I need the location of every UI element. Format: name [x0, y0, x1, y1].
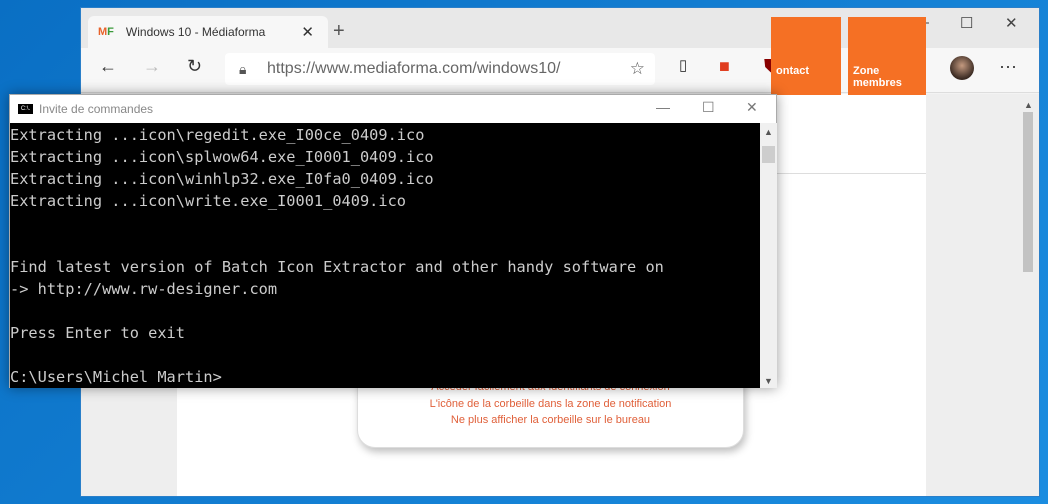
url-path: /windows10/: [472, 60, 561, 77]
console-output[interactable]: Extracting ...icon\regedit.exe_I00ce_040…: [10, 123, 760, 388]
forward-icon[interactable]: →: [143, 56, 161, 77]
console-line: Extracting ...icon\regedit.exe_I00ce_040…: [10, 126, 425, 144]
scroll-up-icon[interactable]: ▲: [764, 127, 773, 137]
lock-icon: 🔒︎: [239, 60, 247, 77]
scroll-thumb[interactable]: [762, 146, 775, 163]
scroll-thumb[interactable]: [1023, 112, 1033, 272]
card-link[interactable]: Ne plus afficher la corbeille sur le bur…: [358, 414, 743, 426]
scroll-up-icon[interactable]: ▲: [1024, 100, 1033, 110]
console-line: Find latest version of Batch Icon Extrac…: [10, 258, 664, 276]
console-line: Extracting ...icon\winhlp32.exe_I0fa0_04…: [10, 170, 434, 188]
cmd-title: Invite de commandes: [39, 102, 154, 116]
favorite-star-icon[interactable]: ☆: [630, 59, 645, 79]
console-line: -> http://www.rw-designer.com: [10, 280, 278, 298]
url-host: https://www.mediaforma.com: [267, 60, 473, 77]
page-scrollbar[interactable]: ▲: [1020, 100, 1036, 496]
cmd-icon: C:\.: [18, 104, 33, 114]
console-line: Extracting ...icon\splwow64.exe_I0001_04…: [10, 148, 434, 166]
console-line: Press Enter to exit: [10, 324, 185, 342]
maximize-button[interactable]: ☐: [960, 14, 973, 32]
address-bar[interactable]: 🔒︎ https://www.mediaforma.com/windows10/…: [225, 53, 655, 85]
cmd-minimize-button[interactable]: —: [656, 99, 670, 115]
tile-contact[interactable]: ontact: [771, 17, 841, 95]
avatar[interactable]: [950, 56, 974, 80]
cmd-close-button[interactable]: ✕: [746, 99, 758, 116]
cmd-window: C:\. Invite de commandes — ☐ ✕ Extractin…: [9, 94, 777, 388]
cmd-maximize-button[interactable]: ☐: [702, 99, 715, 116]
favicon: MF: [98, 26, 114, 38]
more-icon[interactable]: ···: [999, 56, 1017, 77]
back-icon[interactable]: ←: [99, 56, 117, 77]
card-link[interactable]: L'icône de la corbeille dans la zone de …: [358, 398, 743, 410]
close-tab-icon[interactable]: ✕: [301, 23, 314, 41]
console-line: Extracting ...icon\write.exe_I0001_0409.…: [10, 192, 407, 210]
tab-active[interactable]: MF Windows 10 - Médiaforma ✕: [88, 16, 328, 48]
refresh-icon[interactable]: ↻: [187, 56, 202, 77]
tile-zone-membres[interactable]: Zone membres: [848, 17, 926, 95]
cmd-scrollbar[interactable]: ▲ ▼: [760, 123, 777, 388]
console-prompt: C:\Users\Michel Martin>: [10, 368, 222, 386]
tab-title: Windows 10 - Médiaforma: [125, 25, 266, 39]
new-tab-button[interactable]: +: [333, 20, 345, 43]
close-window-button[interactable]: ✕: [1005, 14, 1018, 32]
scroll-down-icon[interactable]: ▼: [764, 376, 773, 386]
office-icon[interactable]: ■: [719, 56, 730, 77]
mouse-extension-icon[interactable]: ▯: [679, 56, 687, 74]
